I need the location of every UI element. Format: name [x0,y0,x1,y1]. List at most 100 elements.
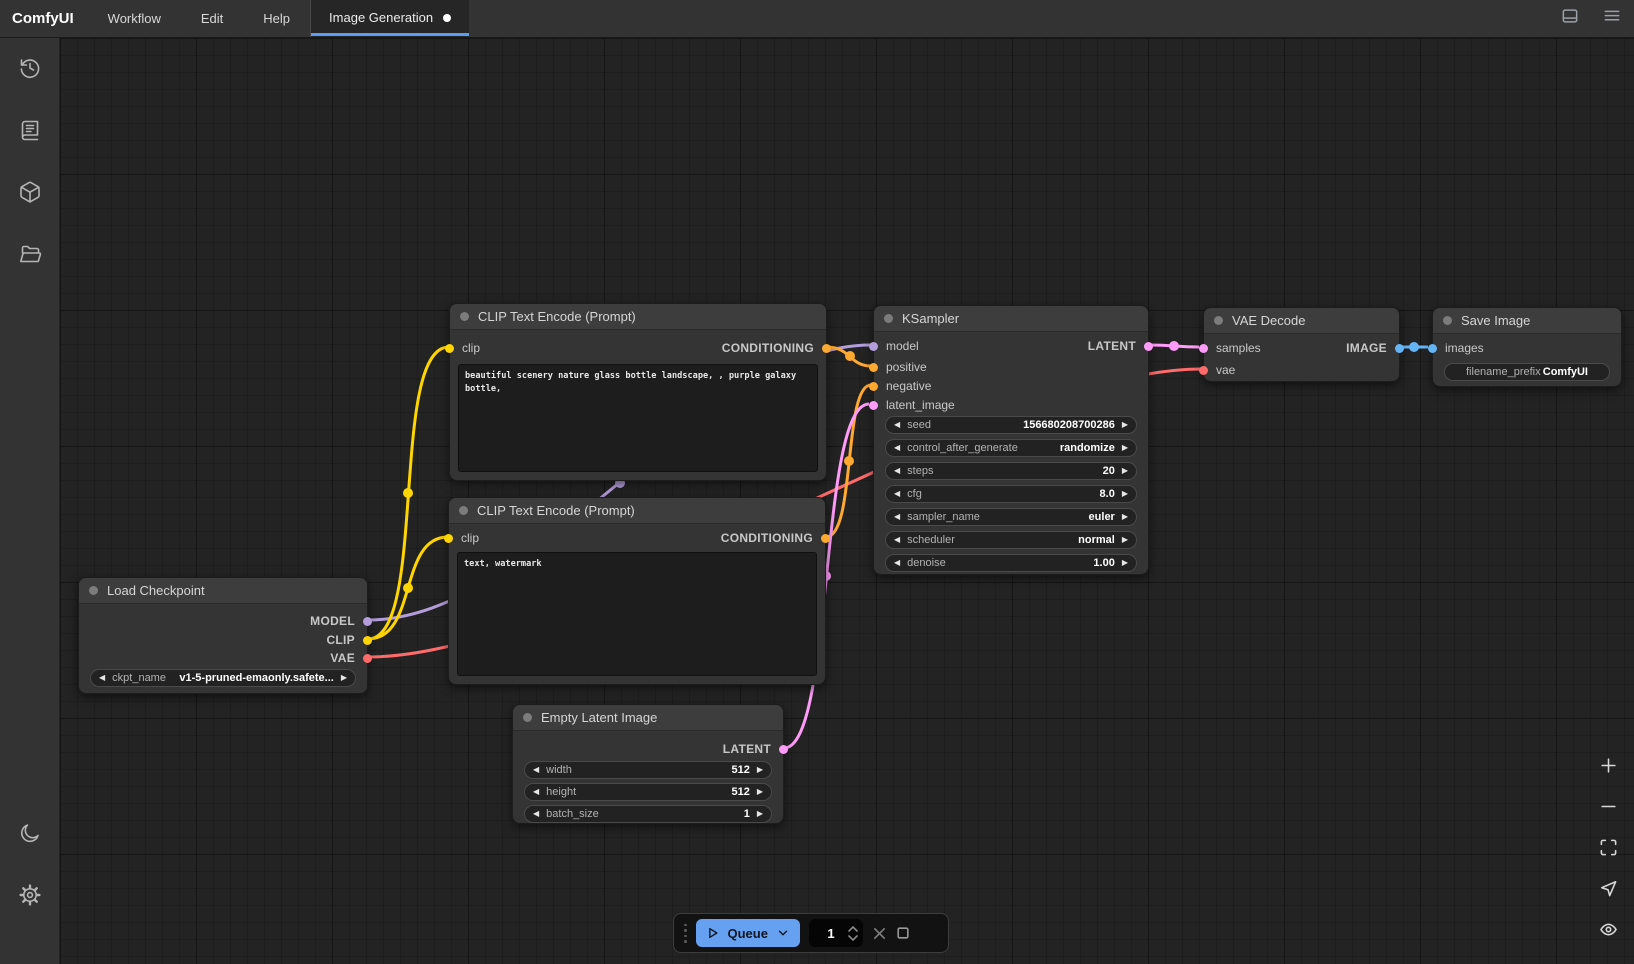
widget-sampler-name[interactable]: ◀ sampler_name euler ▶ [885,508,1137,526]
collapse-dot[interactable] [460,312,469,321]
sidebar-queue-history-button[interactable] [16,54,44,82]
output-dot-vae[interactable] [363,654,372,663]
decrement-arrow-icon[interactable]: ◀ [894,421,900,429]
batch-count-input[interactable]: 1 [809,919,863,947]
widget-steps[interactable]: ◀ steps 20 ▶ [885,462,1137,480]
sidebar-settings-button[interactable] [16,881,44,909]
sidebar-theme-toggle-button[interactable] [16,819,44,847]
increment-arrow-icon[interactable]: ▶ [341,674,347,682]
collapse-dot[interactable] [89,586,98,595]
node-header[interactable]: Save Image [1433,308,1621,334]
negative-prompt-textarea[interactable]: text, watermark [457,552,817,676]
hamburger-menu-button[interactable] [1602,6,1622,31]
node-header[interactable]: VAE Decode [1204,308,1399,334]
toolbar-drag-handle[interactable] [684,924,687,943]
menu-workflow[interactable]: Workflow [88,0,181,37]
collapse-dot[interactable] [523,713,532,722]
increment-arrow-icon[interactable]: ▶ [757,766,763,774]
output-dot-latent[interactable] [1144,342,1153,351]
node-clip-text-encode-positive[interactable]: CLIP Text Encode (Prompt) clip CONDITION… [449,303,827,481]
select-mode-button[interactable] [1599,879,1618,903]
output-dot-conditioning[interactable] [821,534,830,543]
decrement-arrow-icon[interactable]: ◀ [533,810,539,818]
queue-button[interactable]: Queue [696,919,800,947]
zoom-in-button[interactable] [1599,756,1618,780]
node-header[interactable]: KSampler [874,306,1148,332]
widget-seed[interactable]: ◀ seed 156680208700286 ▶ [885,416,1137,434]
wire-midpoint-dot [1409,342,1419,352]
decrement-arrow-icon[interactable]: ◀ [533,766,539,774]
clear-queue-button[interactable] [872,926,887,941]
increment-arrow-icon[interactable]: ▶ [1122,559,1128,567]
interrupt-button[interactable] [896,926,910,940]
decrement-arrow-icon[interactable]: ◀ [894,536,900,544]
output-dot-model[interactable] [363,617,372,626]
widget-ckpt-name[interactable]: ◀ ckpt_name v1-5-pruned-emaonly.safete..… [90,669,356,687]
widget-width[interactable]: ◀ width 512 ▶ [524,761,772,779]
widget-batch-size[interactable]: ◀ batch_size 1 ▶ [524,805,772,823]
decrement-arrow-icon[interactable]: ◀ [533,788,539,796]
node-clip-text-encode-negative[interactable]: CLIP Text Encode (Prompt) clip CONDITION… [448,497,826,685]
collapse-dot[interactable] [459,506,468,515]
node-vae-decode[interactable]: VAE Decode samples IMAGE vae [1203,307,1400,382]
node-header[interactable]: CLIP Text Encode (Prompt) [450,304,826,330]
bottom-panel-toggle-button[interactable] [1560,6,1580,31]
collapse-dot[interactable] [1443,316,1452,325]
node-save-image[interactable]: Save Image images filename_prefix ComfyU… [1432,307,1622,387]
increment-arrow-icon[interactable]: ▶ [1122,444,1128,452]
decrement-arrow-icon[interactable]: ◀ [894,467,900,475]
decrement-arrow-icon[interactable]: ◀ [894,490,900,498]
widget-denoise[interactable]: ◀ denoise 1.00 ▶ [885,554,1137,572]
decrement-arrow-icon[interactable]: ◀ [894,444,900,452]
node-header[interactable]: Empty Latent Image [513,705,783,731]
widget-scheduler[interactable]: ◀ scheduler normal ▶ [885,531,1137,549]
chevron-down-icon[interactable] [776,926,790,940]
increment-arrow-icon[interactable]: ▶ [757,788,763,796]
input-dot-images[interactable] [1428,344,1437,353]
stepper-up-icon[interactable] [848,926,858,932]
zoom-out-button[interactable] [1599,797,1618,821]
input-dot-vae[interactable] [1199,366,1208,375]
node-canvas[interactable]: Load Checkpoint MODEL CLIP VAE ◀ ckpt_na… [60,38,1634,964]
widget-control-after-generate[interactable]: ◀ control_after_generate randomize ▶ [885,439,1137,457]
decrement-arrow-icon[interactable]: ◀ [894,513,900,521]
sidebar-model-library-button[interactable] [16,178,44,206]
tab-image-generation[interactable]: Image Generation [311,0,469,37]
decrement-arrow-icon[interactable]: ◀ [894,559,900,567]
sidebar-workflows-button[interactable] [16,240,44,268]
close-x-icon [872,926,887,941]
increment-arrow-icon[interactable]: ▶ [1122,421,1128,429]
toggle-link-visibility-button[interactable] [1599,920,1618,944]
increment-arrow-icon[interactable]: ▶ [1122,467,1128,475]
increment-arrow-icon[interactable]: ▶ [1122,490,1128,498]
decrement-arrow-icon[interactable]: ◀ [99,674,105,682]
sidebar-node-library-button[interactable] [16,116,44,144]
increment-arrow-icon[interactable]: ▶ [1122,536,1128,544]
batch-count-stepper[interactable] [848,926,858,941]
node-empty-latent-image[interactable]: Empty Latent Image LATENT ◀ width 512 ▶ … [512,704,784,824]
input-dot-positive[interactable] [869,363,878,372]
positive-prompt-textarea[interactable]: beautiful scenery nature glass bottle la… [458,364,818,472]
output-dot-image[interactable] [1395,344,1404,353]
increment-arrow-icon[interactable]: ▶ [757,810,763,818]
collapse-dot[interactable] [884,314,893,323]
widget-height[interactable]: ◀ height 512 ▶ [524,783,772,801]
node-header[interactable]: CLIP Text Encode (Prompt) [449,498,825,524]
output-dot-conditioning[interactable] [822,344,831,353]
stepper-down-icon[interactable] [848,935,858,941]
output-dot-latent[interactable] [779,745,788,754]
widget-filename-prefix[interactable]: filename_prefix ComfyUI [1444,363,1610,381]
input-dot-negative[interactable] [869,382,878,391]
menu-help[interactable]: Help [243,0,310,37]
fit-view-button[interactable] [1599,838,1618,862]
input-dot-latent-image[interactable] [869,401,878,410]
widget-cfg[interactable]: ◀ cfg 8.0 ▶ [885,485,1137,503]
minus-icon [1599,797,1618,816]
node-header[interactable]: Load Checkpoint [79,578,367,604]
collapse-dot[interactable] [1214,316,1223,325]
menu-edit[interactable]: Edit [181,0,243,37]
node-ksampler[interactable]: KSampler model LATENT positive negative … [873,305,1149,575]
output-dot-clip[interactable] [363,636,372,645]
node-load-checkpoint[interactable]: Load Checkpoint MODEL CLIP VAE ◀ ckpt_na… [78,577,368,694]
increment-arrow-icon[interactable]: ▶ [1122,513,1128,521]
